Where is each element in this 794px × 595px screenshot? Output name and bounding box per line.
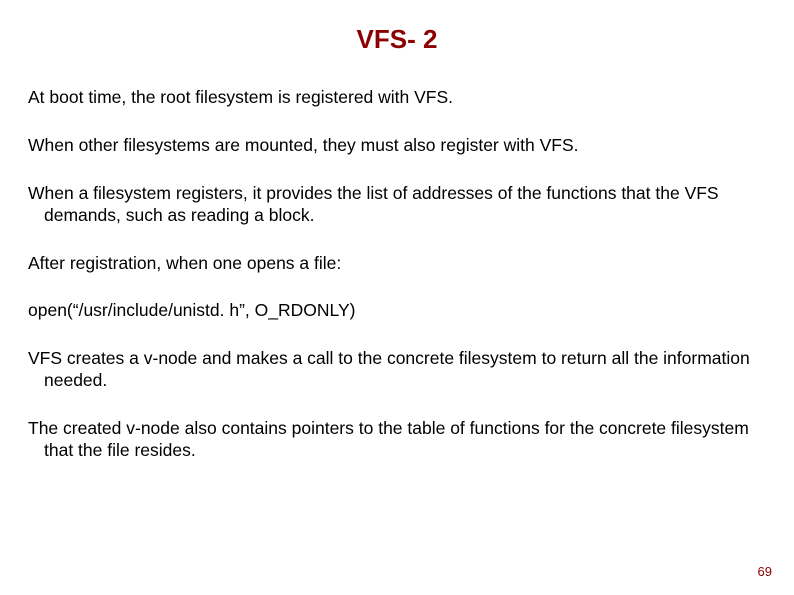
paragraph-6: VFS creates a v-node and makes a call to… <box>28 348 766 392</box>
paragraph-2: When other filesystems are mounted, they… <box>28 135 766 157</box>
paragraph-5: open(“/usr/include/unistd. h”, O_RDONLY) <box>28 300 766 322</box>
page-number: 69 <box>758 564 772 579</box>
paragraph-1: At boot time, the root filesystem is reg… <box>28 87 766 109</box>
paragraph-3: When a filesystem registers, it provides… <box>28 183 766 227</box>
paragraph-4: After registration, when one opens a fil… <box>28 253 766 275</box>
paragraph-7: The created v-node also contains pointer… <box>28 418 766 462</box>
slide-title: VFS- 2 <box>28 24 766 55</box>
